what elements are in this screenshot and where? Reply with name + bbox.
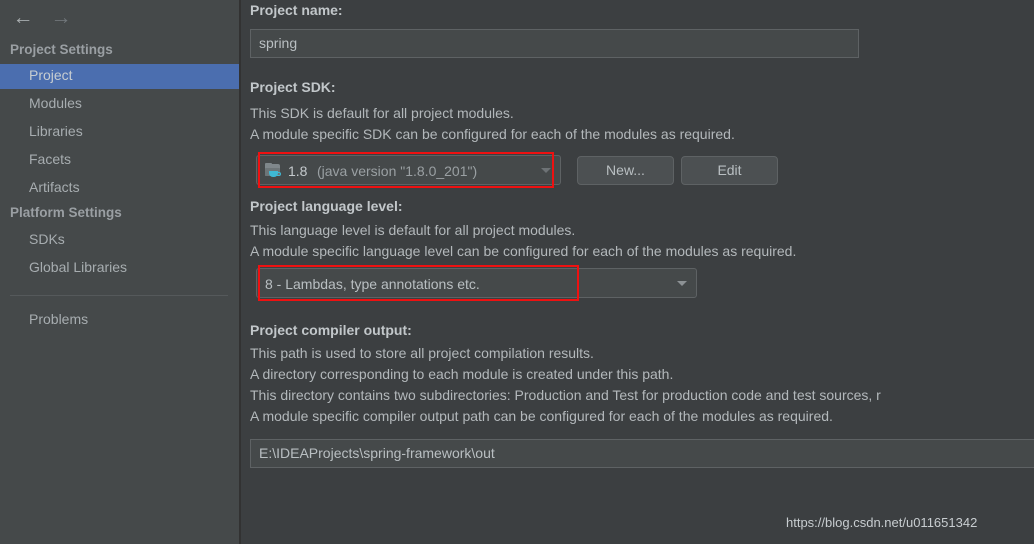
settings-sidebar: ← → Project Settings Project Modules Lib… xyxy=(0,0,239,544)
project-settings-panel: Project name: spring Project SDK: This S… xyxy=(241,0,1034,544)
project-language-level-label: Project language level: xyxy=(250,198,403,214)
project-language-level-combobox[interactable]: 8 - Lambdas, type annotations etc. xyxy=(256,268,697,298)
project-compiler-output-description-line-2: A directory corresponding to each module… xyxy=(250,366,674,382)
sidebar-item-project[interactable]: Project xyxy=(0,64,239,89)
sidebar-divider xyxy=(10,295,228,296)
project-compiler-output-description-line-4: A module specific compiler output path c… xyxy=(250,408,833,424)
sidebar-item-sdks[interactable]: SDKs xyxy=(0,228,239,253)
project-language-level-selected: 8 - Lambdas, type annotations etc. xyxy=(265,276,480,292)
chevron-down-icon[interactable] xyxy=(541,168,551,173)
sidebar-item-label: Libraries xyxy=(29,123,83,139)
sidebar-item-label: Global Libraries xyxy=(29,259,128,275)
sidebar-item-label: Problems xyxy=(29,311,89,327)
sidebar-section-header-platform-settings: Platform Settings xyxy=(10,205,122,220)
chevron-down-icon[interactable] xyxy=(677,281,687,286)
project-language-level-description-line-1: This language level is default for all p… xyxy=(250,222,576,238)
project-compiler-output-label: Project compiler output: xyxy=(250,322,412,338)
watermark-text: https://blog.csdn.net/u011651342 xyxy=(786,515,978,530)
edit-sdk-button[interactable]: Edit xyxy=(681,156,778,185)
project-compiler-output-description-line-1: This path is used to store all project c… xyxy=(250,345,594,361)
sidebar-item-global-libraries[interactable]: Global Libraries xyxy=(0,256,239,281)
sidebar-item-libraries[interactable]: Libraries xyxy=(0,120,239,145)
sidebar-item-modules[interactable]: Modules xyxy=(0,92,239,117)
sidebar-item-problems[interactable]: Problems xyxy=(0,308,239,333)
project-sdk-combobox[interactable]: 1.8 (java version "1.8.0_201") xyxy=(256,155,561,185)
project-name-label: Project name: xyxy=(250,2,343,18)
java-sdk-folder-icon xyxy=(265,163,283,179)
sidebar-section-header-project-settings: Project Settings xyxy=(10,42,113,57)
new-sdk-button[interactable]: New... xyxy=(577,156,674,185)
project-sdk-description-line-2: A module specific SDK can be configured … xyxy=(250,126,735,142)
navigation-arrows: ← → xyxy=(0,0,239,36)
sidebar-item-artifacts[interactable]: Artifacts xyxy=(0,176,239,201)
arrow-right-icon[interactable]: → xyxy=(48,6,74,30)
project-name-input[interactable]: spring xyxy=(250,29,859,58)
arrow-left-icon[interactable]: ← xyxy=(10,6,36,30)
project-sdk-selected-detail: (java version "1.8.0_201") xyxy=(317,163,478,179)
sidebar-item-facets[interactable]: Facets xyxy=(0,148,239,173)
project-compiler-output-description-line-3: This directory contains two subdirectori… xyxy=(250,387,881,403)
sidebar-item-label: Modules xyxy=(29,95,82,111)
project-compiler-output-input[interactable]: E:\IDEAProjects\spring-framework\out xyxy=(250,439,1034,468)
sidebar-item-label: SDKs xyxy=(29,231,65,247)
sidebar-item-label: Facets xyxy=(29,151,72,167)
project-sdk-description-line-1: This SDK is default for all project modu… xyxy=(250,105,514,121)
project-language-level-description-line-2: A module specific language level can be … xyxy=(250,243,797,259)
project-sdk-selected-name: 1.8 xyxy=(288,163,308,179)
project-sdk-label: Project SDK: xyxy=(250,79,336,95)
sidebar-item-label: Project xyxy=(29,67,73,83)
sidebar-item-label: Artifacts xyxy=(29,179,80,195)
